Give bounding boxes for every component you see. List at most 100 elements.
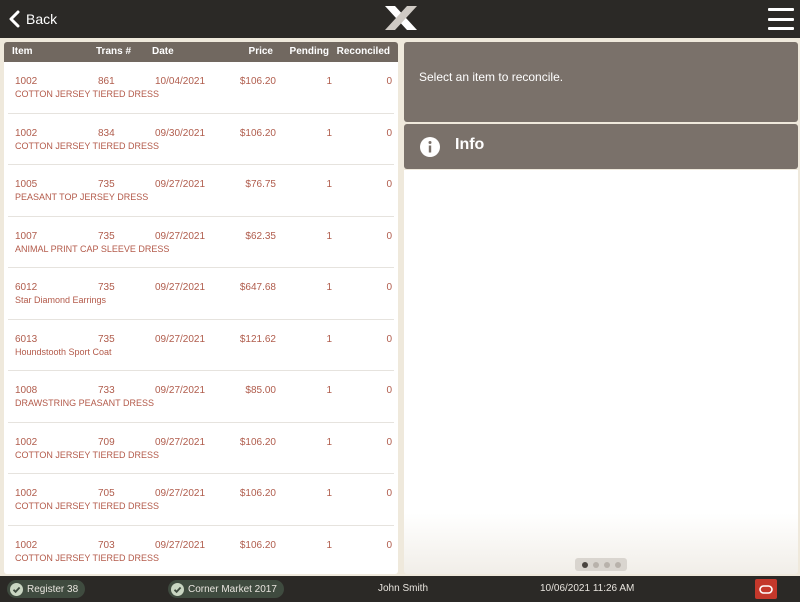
table-row[interactable]: 1005 735 09/27/2021 $76.75 1 0 PEASANT TOP JER… xyxy=(8,165,394,217)
price: $106.20 xyxy=(239,488,276,499)
item-id: 1002 xyxy=(15,436,38,448)
table-row[interactable]: 1007 735 09/27/2021 $62.35 1 0 ANIMAL PRINT CA… xyxy=(8,217,394,268)
pending: 1 xyxy=(326,333,332,345)
trans-number: 735 xyxy=(98,282,115,293)
store-label: Corner Market 2017 xyxy=(188,583,277,595)
item-description: Houndstooth Sport Coat xyxy=(15,346,112,357)
info-section-header[interactable]: Info xyxy=(404,124,798,169)
page-dot-4[interactable] xyxy=(614,561,621,568)
page-dot-2[interactable] xyxy=(592,561,599,568)
page-dot-3[interactable] xyxy=(603,561,610,568)
date: 09/27/2021 xyxy=(155,436,206,448)
table-row[interactable]: 1002 705 09/27/2021 $106.20 1 0 COTTON JERSEY … xyxy=(8,474,394,526)
item-description: COTTON JERSEY TIERED DRESS xyxy=(15,449,160,460)
col-item: Item xyxy=(12,46,33,57)
price: $106.20 xyxy=(239,436,276,448)
table-row[interactable]: 6013 735 09/27/2021 $121.62 1 0 Houndstooth Sp… xyxy=(8,320,394,371)
date: 09/27/2021 xyxy=(155,385,206,396)
trans-number: 735 xyxy=(98,333,115,345)
reconciled: 0 xyxy=(386,127,392,139)
reconciled: 0 xyxy=(386,488,392,499)
price: $106.20 xyxy=(239,539,276,551)
reconcile-prompt-panel: Select an item to reconcile. xyxy=(404,42,798,122)
reconciled: 0 xyxy=(386,333,392,345)
pending: 1 xyxy=(326,127,332,139)
table-row[interactable]: 6012 735 09/27/2021 $647.68 1 0 Star Diamond E… xyxy=(8,268,394,320)
page-dot-1[interactable] xyxy=(581,561,588,568)
reconciled: 0 xyxy=(386,539,392,551)
detail-body xyxy=(404,170,798,574)
item-description: COTTON JERSEY TIERED DRESS xyxy=(15,501,160,511)
reconcile-prompt: Select an item to reconcile. xyxy=(419,70,564,84)
date: 09/30/2021 xyxy=(155,127,206,139)
pending: 1 xyxy=(326,179,332,190)
col-trans: Trans # xyxy=(96,46,132,57)
table-header: Item Trans # Date Price Pending Reconcil… xyxy=(4,42,398,62)
item-description: COTTON JERSEY TIERED DRESS xyxy=(15,140,160,151)
trans-number: 705 xyxy=(98,488,115,499)
price: $647.68 xyxy=(239,282,276,293)
trans-number: 703 xyxy=(98,539,115,551)
date: 09/27/2021 xyxy=(155,282,206,293)
user-name: John Smith xyxy=(378,583,429,594)
item-description: DRAWSTRING PEASANT DRESS xyxy=(15,398,155,408)
date: 09/27/2021 xyxy=(155,333,206,345)
item-id: 6012 xyxy=(15,282,38,293)
reconciled: 0 xyxy=(386,179,392,190)
col-price: Price xyxy=(248,46,273,57)
pending: 1 xyxy=(326,385,332,396)
table-row[interactable]: 1002 703 09/27/2021 $106.20 1 0 COTTON JERSEY … xyxy=(8,526,394,575)
item-description: ANIMAL PRINT CAP SLEEVE DRESS xyxy=(15,243,170,254)
item-id: 1008 xyxy=(15,385,38,396)
date: 09/27/2021 xyxy=(155,179,206,190)
trans-number: 735 xyxy=(98,230,115,242)
back-button[interactable]: Back xyxy=(8,8,57,30)
item-id: 1002 xyxy=(15,127,38,139)
chevron-left-icon xyxy=(9,10,20,28)
check-circle-icon xyxy=(171,582,184,596)
trans-number: 709 xyxy=(98,436,115,448)
item-id: 1002 xyxy=(15,539,38,551)
pending: 1 xyxy=(326,282,332,293)
check-circle-icon xyxy=(10,582,23,596)
pending: 1 xyxy=(326,436,332,448)
x-logo-icon xyxy=(385,6,417,30)
reconciled: 0 xyxy=(386,385,392,396)
table-row[interactable]: 1002 709 09/27/2021 $106.20 1 0 COTTON JERSEY … xyxy=(8,423,394,474)
date-time: 10/06/2021 11:26 AM xyxy=(540,583,635,594)
table-body: 1002 861 10/04/2021 $106.20 1 0 COTTON JERSEY … xyxy=(4,62,398,574)
table-row[interactable]: 1008 733 09/27/2021 $85.00 1 0 DRAWSTRING PEAS… xyxy=(8,371,394,423)
register-status[interactable]: Register 38 xyxy=(7,580,86,598)
item-id: 1007 xyxy=(15,230,38,242)
item-id: 1002 xyxy=(15,488,38,499)
reconciled: 0 xyxy=(386,230,392,242)
oracle-logo-icon[interactable] xyxy=(755,579,777,599)
item-description: COTTON JERSEY TIERED DRESS xyxy=(15,89,160,99)
date: 09/27/2021 xyxy=(155,488,206,499)
pending: 1 xyxy=(326,539,332,551)
store-status[interactable]: Corner Market 2017 xyxy=(168,580,284,598)
reconciled: 0 xyxy=(386,282,392,293)
hamburger-menu-icon[interactable] xyxy=(768,8,794,30)
info-label: Info xyxy=(455,136,485,153)
date: 10/04/2021 xyxy=(155,76,206,87)
reconciled: 0 xyxy=(386,436,392,448)
price: $121.62 xyxy=(239,333,276,345)
pending: 1 xyxy=(326,76,332,87)
col-date: Date xyxy=(152,46,174,57)
table-row[interactable]: 1002 834 09/30/2021 $106.20 1 0 COTTON JERSEY … xyxy=(8,114,394,165)
table-row[interactable]: 1002 861 10/04/2021 $106.20 1 0 COTTON JERSEY … xyxy=(8,62,394,114)
pending: 1 xyxy=(326,230,332,242)
trans-number: 735 xyxy=(98,179,115,190)
register-label: Register 38 xyxy=(27,583,79,595)
col-pending: Pending xyxy=(289,46,329,57)
top-bar: Back xyxy=(0,0,800,38)
price: $106.20 xyxy=(239,76,276,87)
trans-number: 861 xyxy=(98,76,115,87)
status-bar: Register 38 Corner Market 2017 John Smit… xyxy=(0,576,800,602)
transaction-table: Item Trans # Date Price Pending Reconcil… xyxy=(4,42,398,574)
price: $106.20 xyxy=(239,127,276,139)
item-description: Star Diamond Earrings xyxy=(15,295,107,305)
pending: 1 xyxy=(326,488,332,499)
date: 09/27/2021 xyxy=(155,230,206,242)
